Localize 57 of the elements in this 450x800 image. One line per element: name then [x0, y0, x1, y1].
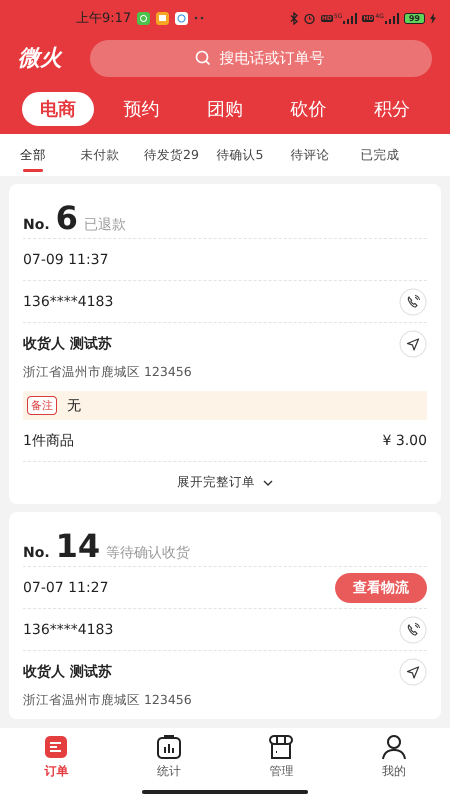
order-time: 07-09 11:37 [23, 252, 108, 268]
category-tab[interactable]: 砍价 [272, 92, 344, 126]
receiver-name: 收货人 测试苏 [23, 334, 112, 352]
user-icon [380, 734, 407, 760]
status-tab[interactable]: 待发货29 [138, 136, 202, 174]
store-icon [268, 734, 294, 760]
address-text: 浙江省温州市鹿城区 123456 [23, 364, 193, 381]
phone-number: 136****4183 [23, 622, 114, 638]
expand-order-link[interactable]: 展开完整订单 [23, 462, 427, 504]
phone-number: 136****4183 [23, 294, 114, 310]
order-no-label: No. [23, 217, 50, 233]
status-tab[interactable]: 已完成 [348, 136, 412, 174]
navigation-icon[interactable] [399, 658, 427, 686]
order-total: ¥ 3.00 [382, 432, 427, 448]
bluetooth-icon [290, 12, 298, 24]
address-text: 浙江省温州市鹿城区 123456 [23, 692, 193, 709]
phone-icon[interactable] [399, 616, 427, 644]
order-status: 已退款 [84, 216, 126, 234]
phone-icon[interactable] [399, 288, 427, 316]
category-tab[interactable]: 预约 [106, 92, 178, 126]
status-tab[interactable]: 待评论 [278, 136, 342, 174]
status-tab[interactable]: 未付款 [68, 136, 132, 174]
signal-icon [384, 12, 399, 24]
signal-icon [343, 12, 358, 24]
nav-tab[interactable]: 管理 [258, 728, 304, 790]
nav-tab[interactable]: 订单 [33, 728, 80, 790]
search-icon [195, 50, 211, 66]
chevron-down-icon [263, 480, 273, 486]
status-tab[interactable]: 待确认5 [208, 136, 272, 174]
orders-icon [43, 734, 70, 760]
receiver-name: 收货人 测试苏 [23, 662, 112, 680]
more-icon [194, 16, 204, 20]
battery-level: 99 [404, 12, 425, 24]
nav-tab[interactable]: 我的 [370, 728, 417, 790]
order-number: 6 [56, 202, 78, 234]
app-icon [137, 12, 150, 24]
status-tab[interactable]: 全部 [14, 136, 52, 174]
search-field[interactable]: 搜电话或订单号 [90, 40, 432, 76]
status-time: 上午9:17 [76, 10, 132, 27]
remark-tag: 备注 [27, 396, 57, 415]
category-tab[interactable]: 电商 [22, 92, 94, 126]
item-count: 1件商品 [23, 432, 74, 450]
app-logo: 微火 [18, 45, 64, 73]
app-icon [156, 12, 170, 24]
order-no-label: No. [23, 545, 50, 561]
navigation-icon[interactable] [399, 330, 427, 358]
app-icon [175, 12, 188, 24]
remark-text: 无 [67, 396, 81, 414]
category-tab[interactable]: 团购 [189, 92, 261, 126]
order-number: 14 [56, 530, 100, 562]
category-tab[interactable]: 积分 [356, 92, 428, 126]
order-time: 07-07 11:27 [23, 580, 108, 596]
charging-icon [430, 12, 436, 24]
order-status: 等待确认收货 [106, 544, 190, 562]
nav-tab[interactable]: 统计 [146, 728, 192, 790]
alarm-icon [302, 12, 316, 24]
chart-icon [156, 734, 182, 760]
